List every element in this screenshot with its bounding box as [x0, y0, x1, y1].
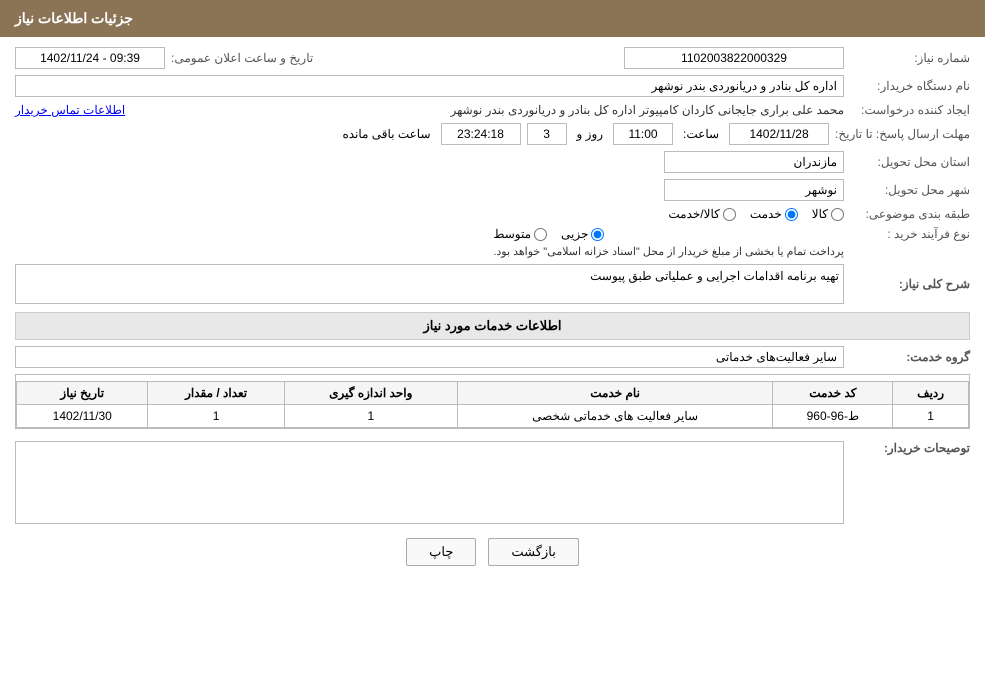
table-cell-row: 1	[893, 405, 969, 428]
col-code: کد خدمت	[773, 382, 893, 405]
category-kala-khedmat-label: کالا/خدمت	[668, 207, 719, 221]
service-group-row: گروه خدمت: سایر فعالیت‌های خدماتی	[15, 346, 970, 368]
buyer-desc-textarea[interactable]	[20, 446, 839, 516]
purchase-type-label: نوع فرآیند خرید :	[850, 227, 970, 241]
city-label: شهر محل تحویل:	[850, 183, 970, 197]
print-button[interactable]: چاپ	[406, 538, 476, 566]
province-label: استان محل تحویل:	[850, 155, 970, 169]
buyer-org-label: نام دستگاه خریدار:	[850, 79, 970, 93]
service-group-label: گروه خدمت:	[850, 350, 970, 364]
category-label: طبقه بندی موضوعی:	[850, 207, 970, 221]
city-value: نوشهر	[664, 179, 844, 201]
col-unit: واحد اندازه گیری	[284, 382, 457, 405]
buyer-desc-row: توصیحات خریدار:	[15, 437, 970, 524]
category-kala-label: کالا	[812, 207, 828, 221]
deadline-row: مهلت ارسال پاسخ: تا تاریخ: 1402/11/28 سا…	[15, 123, 970, 145]
page-title: جزئیات اطلاعات نیاز	[15, 10, 133, 26]
services-table-wrapper: ردیف کد خدمت نام خدمت واحد اندازه گیری ت…	[15, 374, 970, 429]
table-cell-unit: 1	[284, 405, 457, 428]
deadline-label: مهلت ارسال پاسخ: تا تاریخ:	[835, 127, 970, 141]
contact-link[interactable]: اطلاعات تماس خریدار	[15, 103, 125, 117]
purchase-jozi-label: جزیی	[561, 227, 588, 241]
category-row: طبقه بندی موضوعی: کالا/خدمت خدمت کالا	[15, 207, 970, 221]
purchase-jozi[interactable]: جزیی	[561, 227, 604, 241]
table-cell-name: سایر فعالیت های خدماتی شخصی	[457, 405, 773, 428]
page-wrapper: جزئیات اطلاعات نیاز شماره نیاز: 11020038…	[0, 0, 985, 691]
purchase-type-radio-group: متوسط جزیی	[493, 227, 844, 241]
buyer-org-value: اداره کل بنادر و دریانوردی بندر نوشهر	[15, 75, 844, 97]
purchase-motavaset[interactable]: متوسط	[493, 227, 547, 241]
creator-label: ایجاد کننده درخواست:	[850, 103, 970, 117]
announcement-value: 1402/11/24 - 09:39	[15, 47, 165, 69]
services-table: ردیف کد خدمت نام خدمت واحد اندازه گیری ت…	[16, 381, 969, 428]
creator-value: محمد علی براری جایجانی کاردان کامپیوتر ا…	[137, 103, 844, 117]
table-cell-date: 1402/11/30	[17, 405, 148, 428]
category-radio-group: کالا/خدمت خدمت کالا	[668, 207, 844, 221]
purchase-type-row: نوع فرآیند خرید : متوسط جزیی پرداخت تمام…	[15, 227, 970, 258]
deadline-time: 11:00	[613, 123, 673, 145]
table-cell-quantity: 1	[148, 405, 284, 428]
province-value: مازندران	[664, 151, 844, 173]
category-kala-khedmat[interactable]: کالا/خدمت	[668, 207, 735, 221]
deadline-days: 3	[527, 123, 567, 145]
announcement-label: تاریخ و ساعت اعلان عمومی:	[171, 51, 313, 65]
buyer-desc-box	[15, 441, 844, 524]
purchase-type-options: متوسط جزیی پرداخت تمام یا بخشی از مبلغ خ…	[493, 227, 844, 258]
page-header: جزئیات اطلاعات نیاز	[0, 0, 985, 37]
service-group-value: سایر فعالیت‌های خدماتی	[15, 346, 844, 368]
category-khedmat[interactable]: خدمت	[750, 207, 798, 221]
col-quantity: تعداد / مقدار	[148, 382, 284, 405]
purchase-note: پرداخت تمام یا بخشی از مبلغ خریدار از مح…	[493, 245, 844, 258]
buyer-desc-label: توصیحات خریدار:	[850, 437, 970, 455]
category-khedmat-label: خدمت	[750, 207, 782, 221]
top-row: شماره نیاز: 1102003822000329 تاریخ و ساع…	[15, 47, 970, 69]
main-content: شماره نیاز: 1102003822000329 تاریخ و ساع…	[0, 37, 985, 586]
purchase-motavaset-label: متوسط	[493, 227, 531, 241]
need-number-label: شماره نیاز:	[850, 51, 970, 65]
col-row: ردیف	[893, 382, 969, 405]
need-desc-label: شرح کلی نیاز:	[850, 277, 970, 291]
buttons-row: بازگشت چاپ	[15, 538, 970, 566]
table-cell-code: ط-96-960	[773, 405, 893, 428]
need-desc-row: شرح کلی نیاز: تهیه برنامه اقدامات اجرایی…	[15, 264, 970, 304]
city-row: شهر محل تحویل: نوشهر	[15, 179, 970, 201]
deadline-remaining-label: ساعت باقی مانده	[342, 127, 430, 141]
category-kala[interactable]: کالا	[812, 207, 844, 221]
deadline-days-label: روز و	[577, 127, 604, 141]
province-row: استان محل تحویل: مازندران	[15, 151, 970, 173]
creator-row: ایجاد کننده درخواست: محمد علی براری جایج…	[15, 103, 970, 117]
table-row: 1ط-96-960سایر فعالیت های خدماتی شخصی1114…	[17, 405, 969, 428]
deadline-remaining: 23:24:18	[441, 123, 521, 145]
buyer-org-row: نام دستگاه خریدار: اداره کل بنادر و دریا…	[15, 75, 970, 97]
need-desc-value: تهیه برنامه اقدامات اجرایی و عملیاتی طبق…	[15, 264, 844, 304]
services-info-title: اطلاعات خدمات مورد نیاز	[15, 312, 970, 340]
deadline-time-label: ساعت:	[683, 127, 719, 141]
deadline-date: 1402/11/28	[729, 123, 829, 145]
back-button[interactable]: بازگشت	[488, 538, 578, 566]
col-date: تاریخ نیاز	[17, 382, 148, 405]
need-number-value: 1102003822000329	[624, 47, 844, 69]
col-name: نام خدمت	[457, 382, 773, 405]
